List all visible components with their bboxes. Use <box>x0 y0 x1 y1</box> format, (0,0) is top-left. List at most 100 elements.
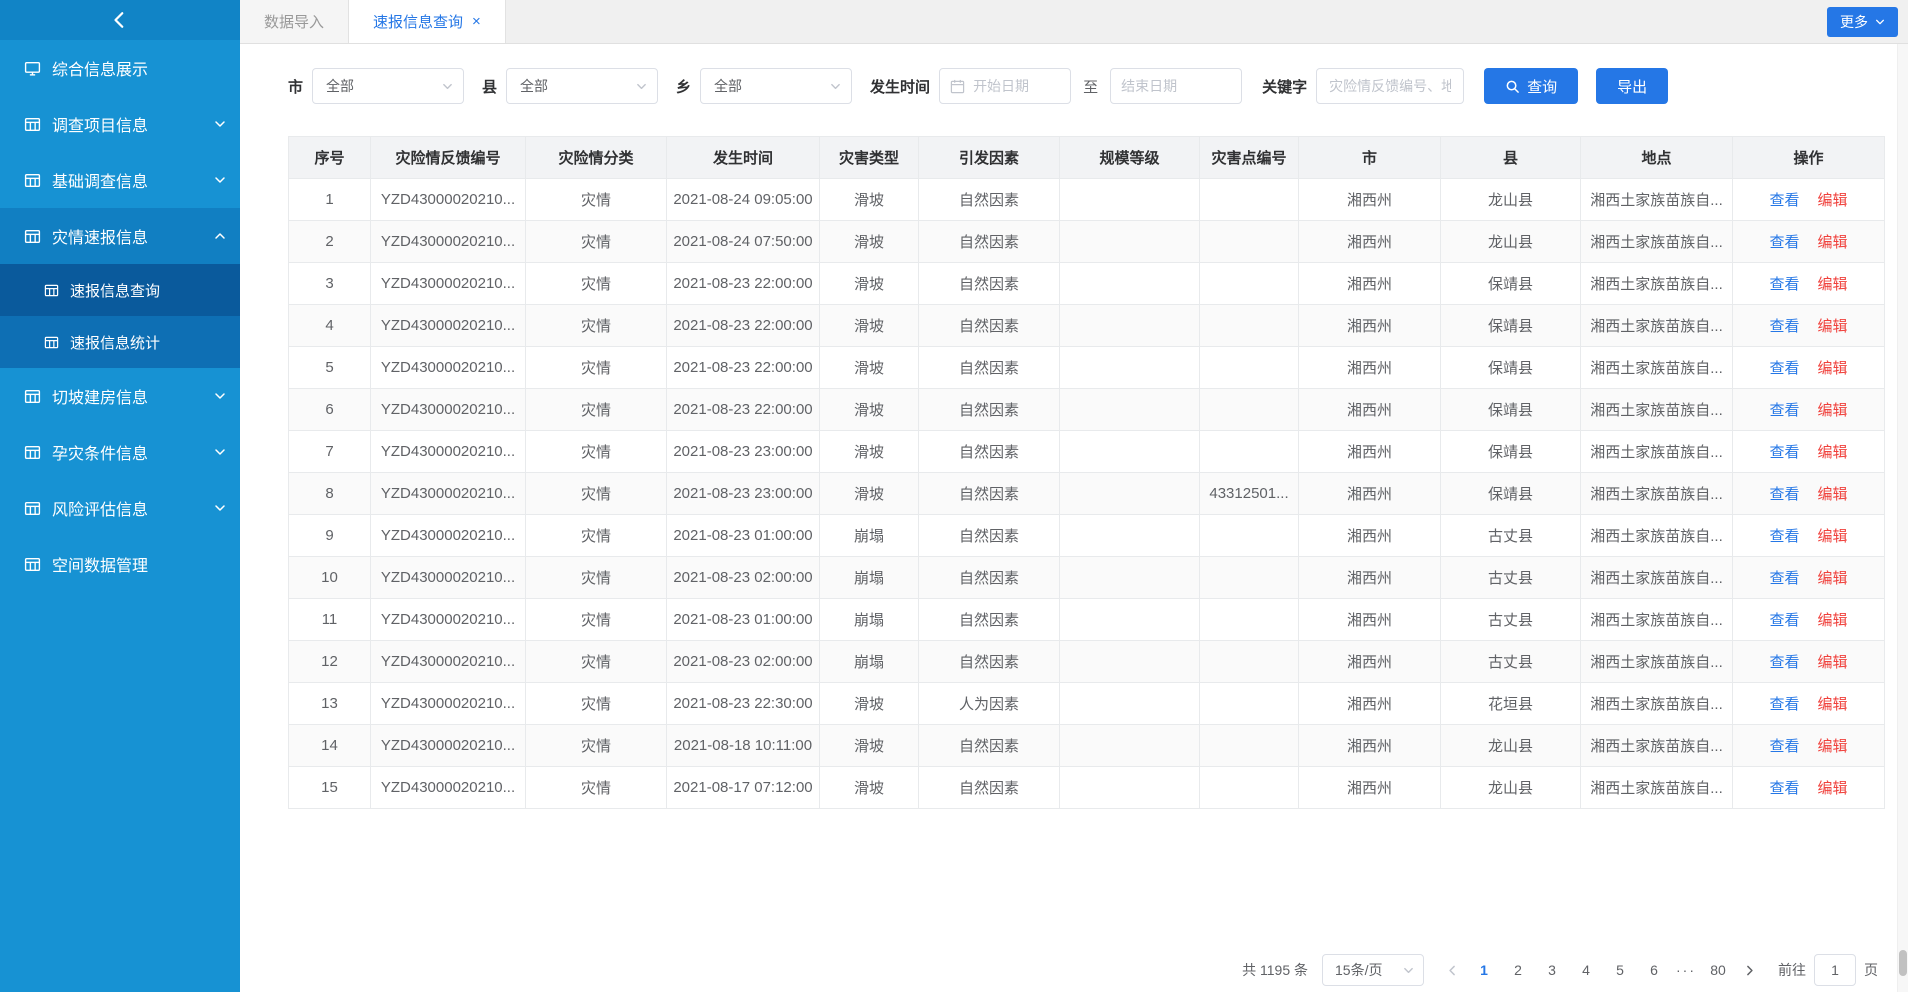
page-button[interactable]: 1 <box>1469 954 1499 986</box>
sidebar-item-spatial-data[interactable]: 空间数据管理 <box>0 536 240 592</box>
view-link[interactable]: 查看 <box>1769 402 1799 419</box>
search-button[interactable]: 查询 <box>1484 68 1578 104</box>
view-link[interactable]: 查看 <box>1769 444 1799 461</box>
tab-close-icon[interactable]: × <box>472 14 481 29</box>
page-button[interactable]: 3 <box>1537 954 1567 986</box>
header-seq: 序号 <box>289 137 371 179</box>
dashboard-icon <box>24 60 41 77</box>
edit-link[interactable]: 编辑 <box>1818 318 1848 335</box>
edit-link[interactable]: 编辑 <box>1818 738 1848 755</box>
end-date-input[interactable]: 结束日期 <box>1110 68 1242 104</box>
search-button-label: 查询 <box>1527 76 1557 97</box>
cell-location: 湘西土家族苗族自... <box>1581 725 1733 767</box>
edit-link[interactable]: 编辑 <box>1818 234 1848 251</box>
edit-link[interactable]: 编辑 <box>1818 486 1848 503</box>
cell-category: 灾情 <box>526 767 667 809</box>
page-size-select[interactable]: 15条/页 <box>1322 954 1424 986</box>
cell-scale <box>1060 641 1200 683</box>
sidebar-item-label: 调查项目信息 <box>52 112 148 136</box>
sidebar-item-hazard-conditions[interactable]: 孕灾条件信息 <box>0 424 240 480</box>
scrollbar-thumb[interactable] <box>1899 950 1907 976</box>
cell-category: 灾情 <box>526 557 667 599</box>
cell-code: YZD43000020210... <box>371 263 526 305</box>
sidebar-item-basic-survey[interactable]: 基础调查信息 <box>0 152 240 208</box>
header-scale: 规模等级 <box>1060 137 1200 179</box>
edit-link[interactable]: 编辑 <box>1818 444 1848 461</box>
goto-page-input[interactable] <box>1814 954 1856 986</box>
table-row: 12YZD43000020210...灾情2021-08-23 02:00:00… <box>289 641 1885 683</box>
cell-scale <box>1060 683 1200 725</box>
tab-report-query[interactable]: 速报信息查询 × <box>349 0 506 43</box>
sidebar-item-comprehensive-info[interactable]: 综合信息展示 <box>0 40 240 96</box>
cell-type: 滑坡 <box>820 305 919 347</box>
edit-link[interactable]: 编辑 <box>1818 570 1848 587</box>
sidebar-item-disaster-report[interactable]: 灾情速报信息 <box>0 208 240 264</box>
view-link[interactable]: 查看 <box>1769 612 1799 629</box>
export-button[interactable]: 导出 <box>1596 68 1668 104</box>
scrollbar[interactable] <box>1897 44 1908 992</box>
edit-link[interactable]: 编辑 <box>1818 528 1848 545</box>
cell-point_code <box>1200 389 1299 431</box>
edit-link[interactable]: 编辑 <box>1818 192 1848 209</box>
view-link[interactable]: 查看 <box>1769 276 1799 293</box>
cell-cause: 自然因素 <box>919 557 1060 599</box>
edit-link[interactable]: 编辑 <box>1818 654 1848 671</box>
start-date-input[interactable]: 开始日期 <box>939 68 1071 104</box>
sidebar-collapse-button[interactable] <box>0 0 240 40</box>
view-link[interactable]: 查看 <box>1769 570 1799 587</box>
cell-scale <box>1060 767 1200 809</box>
cell-county: 古丈县 <box>1441 515 1581 557</box>
sidebar-subitem-report-stats[interactable]: 速报信息统计 <box>0 316 240 368</box>
page-button[interactable]: 2 <box>1503 954 1533 986</box>
more-button[interactable]: 更多 <box>1827 7 1898 37</box>
view-link[interactable]: 查看 <box>1769 528 1799 545</box>
cell-seq: 9 <box>289 515 371 557</box>
next-page-button[interactable] <box>1735 964 1764 977</box>
page-button[interactable]: 4 <box>1571 954 1601 986</box>
page-button[interactable]: 5 <box>1605 954 1635 986</box>
edit-link[interactable]: 编辑 <box>1818 780 1848 797</box>
edit-link[interactable]: 编辑 <box>1818 276 1848 293</box>
sidebar-item-survey-project[interactable]: 调查项目信息 <box>0 96 240 152</box>
cell-location: 湘西土家族苗族自... <box>1581 473 1733 515</box>
cell-time: 2021-08-23 02:00:00 <box>667 641 820 683</box>
cell-cause: 自然因素 <box>919 263 1060 305</box>
county-select[interactable]: 全部 <box>506 68 658 104</box>
view-link[interactable]: 查看 <box>1769 696 1799 713</box>
prev-page-button[interactable] <box>1438 964 1467 977</box>
tab-data-import[interactable]: 数据导入 <box>240 0 349 43</box>
view-link[interactable]: 查看 <box>1769 486 1799 503</box>
view-link[interactable]: 查看 <box>1769 654 1799 671</box>
page-button[interactable]: 6 <box>1639 954 1669 986</box>
sidebar-subitem-report-query[interactable]: 速报信息查询 <box>0 264 240 316</box>
table-icon <box>24 444 41 461</box>
edit-link[interactable]: 编辑 <box>1818 402 1848 419</box>
edit-link[interactable]: 编辑 <box>1818 696 1848 713</box>
cell-category: 灾情 <box>526 179 667 221</box>
cell-cause: 自然因素 <box>919 221 1060 263</box>
sidebar-item-slope-housing[interactable]: 切坡建房信息 <box>0 368 240 424</box>
view-link[interactable]: 查看 <box>1769 234 1799 251</box>
sidebar-item-label: 切坡建房信息 <box>52 384 148 408</box>
city-select[interactable]: 全部 <box>312 68 464 104</box>
cell-actions: 查看 编辑 <box>1733 767 1885 809</box>
cell-time: 2021-08-18 10:11:00 <box>667 725 820 767</box>
edit-link[interactable]: 编辑 <box>1818 612 1848 629</box>
cell-city: 湘西州 <box>1299 347 1441 389</box>
town-select[interactable]: 全部 <box>700 68 852 104</box>
edit-link[interactable]: 编辑 <box>1818 360 1848 377</box>
view-link[interactable]: 查看 <box>1769 318 1799 335</box>
keyword-input[interactable] <box>1316 68 1464 104</box>
cell-actions: 查看 编辑 <box>1733 683 1885 725</box>
view-link[interactable]: 查看 <box>1769 192 1799 209</box>
chevron-up-icon <box>214 230 226 242</box>
last-page-button[interactable]: 80 <box>1703 954 1733 986</box>
sidebar-item-risk-assessment[interactable]: 风险评估信息 <box>0 480 240 536</box>
view-link[interactable]: 查看 <box>1769 360 1799 377</box>
chevron-down-icon <box>214 390 226 402</box>
view-link[interactable]: 查看 <box>1769 738 1799 755</box>
cell-city: 湘西州 <box>1299 389 1441 431</box>
cell-city: 湘西州 <box>1299 179 1441 221</box>
table-row: 8YZD43000020210...灾情2021-08-23 23:00:00滑… <box>289 473 1885 515</box>
view-link[interactable]: 查看 <box>1769 780 1799 797</box>
